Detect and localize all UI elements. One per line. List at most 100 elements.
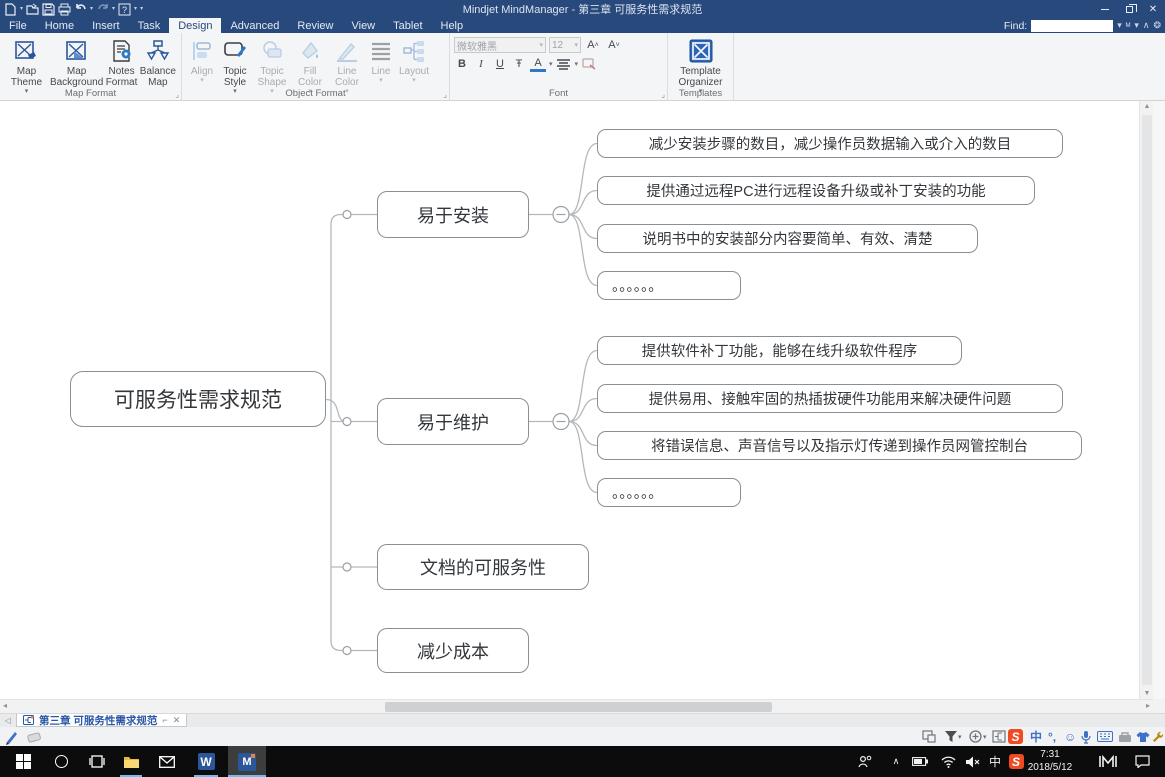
print-icon[interactable]: [58, 3, 71, 15]
scroll-up-icon[interactable]: ▲: [1140, 103, 1154, 110]
tab-insert[interactable]: Insert: [83, 18, 129, 33]
notes-format-button[interactable]: Notes Format: [104, 36, 138, 90]
word-button[interactable]: W: [190, 746, 222, 777]
chevron-down-icon[interactable]: ▾: [20, 6, 23, 12]
help-icon[interactable]: ?: [118, 3, 131, 15]
file-explorer-button[interactable]: [116, 746, 146, 777]
balance-map-button[interactable]: Balance Map: [139, 36, 177, 90]
customize-qat-icon[interactable]: ▾: [140, 6, 143, 12]
underline-button[interactable]: U: [492, 56, 508, 72]
text-align-button[interactable]: [556, 56, 572, 72]
chevron-down-icon[interactable]: ▾: [549, 60, 553, 68]
wifi-icon[interactable]: [938, 746, 958, 777]
subtopic[interactable]: 。。。。。。: [597, 478, 741, 507]
italic-button[interactable]: I: [473, 56, 489, 72]
task-view-button[interactable]: [82, 746, 112, 777]
chevron-down-icon[interactable]: ▾: [112, 6, 115, 12]
layout-button[interactable]: Layout▾: [396, 36, 432, 87]
chevron-down-icon[interactable]: ▾: [90, 6, 93, 12]
font-color-button[interactable]: A: [530, 57, 546, 72]
hidden-icons-chevron[interactable]: ∧: [888, 746, 904, 777]
bold-button[interactable]: B: [454, 56, 470, 72]
ime-skin-icon[interactable]: [1136, 728, 1150, 745]
strikethrough-button[interactable]: Ŧ: [511, 56, 527, 72]
tab-design[interactable]: Design: [169, 18, 221, 33]
mindmanager-tray-icon[interactable]: [1096, 746, 1120, 777]
horizontal-scroll-thumb[interactable]: [385, 702, 772, 712]
tab-review[interactable]: Review: [288, 18, 342, 33]
subtopic[interactable]: 。。。。。。: [597, 271, 741, 300]
vertical-scrollbar[interactable]: ▲ ▼: [1139, 101, 1153, 699]
document-tab[interactable]: 第三章 可服务性需求规范 ⌐ ✕: [16, 714, 187, 727]
branch-topic[interactable]: 减少成本: [377, 628, 529, 673]
shrink-font-button[interactable]: A˅: [605, 37, 623, 53]
multi-page-view-icon[interactable]: [922, 728, 936, 745]
cortana-button[interactable]: [46, 746, 76, 777]
zoom-icon[interactable]: ▾: [968, 728, 987, 745]
ime-microphone-icon[interactable]: [1081, 728, 1091, 745]
chevron-down-icon[interactable]: ▾: [134, 6, 137, 12]
subtopic[interactable]: 说明书中的安装部分内容要简单、有效、清楚: [597, 224, 978, 253]
ime-settings-wrench-icon[interactable]: [1152, 728, 1164, 745]
horizontal-scrollbar[interactable]: ◂ ▸: [0, 699, 1153, 713]
help-circle-icon[interactable]: ❂: [1153, 20, 1161, 31]
branch-topic[interactable]: 易于维护: [377, 398, 529, 445]
float-window-icon[interactable]: ⌐: [162, 715, 167, 725]
tab-help[interactable]: Help: [432, 18, 473, 33]
action-center-icon[interactable]: [1130, 746, 1154, 777]
tab-scroll-left-icon[interactable]: ◁: [0, 714, 16, 727]
find-options-icon[interactable]: ᴹ: [1126, 21, 1131, 31]
subtopic[interactable]: 提供软件补丁功能，能够在线升级软件程序: [597, 336, 962, 365]
mail-button[interactable]: [152, 746, 182, 777]
font-size-combo[interactable]: 12▾: [549, 37, 581, 53]
grow-font-button[interactable]: A˄: [584, 37, 602, 53]
undo-icon[interactable]: [74, 3, 87, 15]
close-tab-icon[interactable]: ✕: [173, 715, 181, 726]
open-icon[interactable]: [26, 3, 39, 15]
font-name-combo[interactable]: 微软雅黑▾: [454, 37, 546, 53]
ime-keyboard-icon[interactable]: [1097, 728, 1113, 745]
central-topic[interactable]: 可服务性需求规范: [70, 371, 326, 427]
map-background-button[interactable]: Map Background: [49, 36, 104, 90]
tab-view[interactable]: View: [342, 18, 384, 33]
subtopic[interactable]: 提供通过远程PC进行远程设备升级或补丁安装的功能: [597, 176, 1035, 205]
scroll-left-icon[interactable]: ◂: [3, 701, 7, 710]
scroll-down-icon[interactable]: ▼: [1140, 690, 1154, 697]
format-painter-icon[interactable]: [581, 56, 597, 72]
find-input[interactable]: [1031, 20, 1113, 32]
collapse-ribbon-icon[interactable]: ∧: [1143, 20, 1150, 31]
redo-icon[interactable]: [96, 3, 109, 15]
chevron-down-icon[interactable]: ▾: [575, 60, 579, 68]
tab-tablet[interactable]: Tablet: [384, 18, 431, 33]
subtopic[interactable]: 将错误信息、声音信号以及指示灯传递到操作员网管控制台: [597, 431, 1082, 460]
minimize-button[interactable]: [1093, 0, 1117, 18]
pen-mode-icon[interactable]: [4, 728, 20, 745]
ime-emoji-icon[interactable]: ☺: [1064, 728, 1076, 745]
start-button[interactable]: [8, 746, 38, 777]
chevron-down-icon[interactable]: ▾: [1134, 20, 1139, 31]
subtopic[interactable]: 减少安装步骤的数目，减少操作员数据输入或介入的数目: [597, 129, 1063, 158]
align-button[interactable]: Align▾: [186, 36, 218, 87]
people-tray-icon[interactable]: [856, 746, 874, 777]
sogou-input-icon[interactable]: S: [1008, 728, 1023, 745]
save-icon[interactable]: [42, 3, 55, 15]
vertical-scroll-thumb[interactable]: [1142, 115, 1152, 685]
dialog-launcher-icon[interactable]: ⌟: [175, 90, 179, 99]
scroll-right-icon[interactable]: ▸: [1146, 701, 1150, 710]
filter-icon[interactable]: ▾: [944, 728, 962, 745]
tab-task[interactable]: Task: [129, 18, 170, 33]
branch-topic[interactable]: 易于安装: [377, 191, 529, 238]
tray-ime-mode[interactable]: 中: [986, 746, 1004, 777]
restore-button[interactable]: [1117, 0, 1141, 18]
branch-topic[interactable]: 文档的可服务性: [377, 544, 589, 590]
battery-icon[interactable]: [910, 746, 930, 777]
close-button[interactable]: ✕: [1141, 0, 1165, 18]
chevron-down-icon[interactable]: ▾: [1117, 20, 1122, 31]
map-canvas[interactable]: 可服务性需求规范 易于安装 易于维护 文档的可服务性 减少成本 减少安装步骤的数…: [0, 101, 1139, 699]
tray-clock[interactable]: 7:31 2018/5/12: [1020, 749, 1080, 774]
new-document-icon[interactable]: [4, 3, 17, 15]
ime-chinese-mode[interactable]: 中: [1030, 728, 1042, 745]
volume-muted-icon[interactable]: [962, 746, 982, 777]
fit-map-icon[interactable]: [992, 728, 1006, 745]
tab-home[interactable]: Home: [36, 18, 83, 33]
